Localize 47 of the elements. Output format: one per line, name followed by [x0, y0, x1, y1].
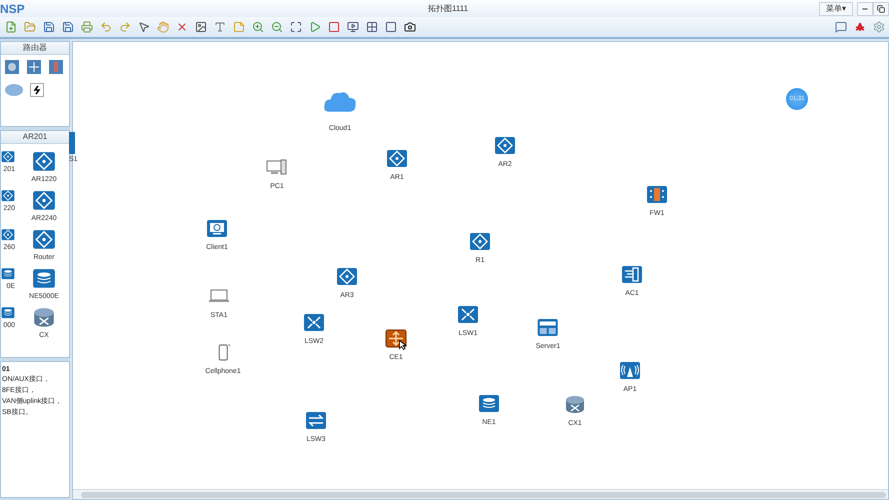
palette-category-title: 路由器 — [1, 42, 69, 55]
square-icon[interactable] — [384, 20, 397, 34]
print-icon[interactable] — [80, 20, 93, 34]
palette-subcategory-title: AR201 — [1, 131, 69, 144]
menu-button[interactable]: 菜单▾ — [819, 2, 853, 16]
cloud-icon[interactable] — [4, 83, 24, 97]
server-icon — [537, 317, 559, 339]
switch-icon[interactable] — [26, 59, 42, 75]
device-icon — [69, 132, 75, 154]
connection-icon[interactable] — [30, 83, 44, 97]
controller-icon — [621, 264, 643, 286]
zoom-in-icon[interactable] — [251, 20, 264, 34]
zoom-out-icon[interactable] — [270, 20, 283, 34]
monitor-icon — [206, 218, 228, 240]
fit-icon[interactable] — [289, 20, 302, 34]
minimize-button[interactable] — [857, 2, 873, 16]
text-icon[interactable] — [213, 20, 226, 34]
restore-button[interactable] — [873, 2, 889, 16]
play-icon[interactable] — [308, 20, 321, 34]
redo-icon[interactable] — [118, 20, 131, 34]
restore-icon — [877, 4, 885, 12]
window-title: 拓扑图1111 — [428, 3, 468, 14]
scrollbar-thumb[interactable] — [81, 492, 886, 498]
antenna-icon — [619, 360, 641, 382]
undo-icon[interactable] — [99, 20, 112, 34]
switch-icon — [385, 328, 407, 350]
firewall-icon[interactable] — [48, 59, 64, 75]
firewall-icon — [646, 184, 668, 206]
chat-icon[interactable] — [834, 20, 847, 34]
app-name: NSP — [0, 2, 25, 16]
camera-icon[interactable] — [403, 20, 416, 34]
monitor-icon[interactable] — [346, 20, 359, 34]
grid-icon[interactable] — [365, 20, 378, 34]
settings-icon[interactable] — [872, 20, 885, 34]
logo-icon[interactable] — [853, 20, 866, 34]
cursor-icon — [399, 340, 407, 350]
image-icon[interactable] — [194, 20, 207, 34]
save-icon[interactable] — [42, 20, 55, 34]
switch-icon — [457, 304, 479, 326]
folder-icon[interactable] — [23, 20, 36, 34]
new-file-icon[interactable] — [4, 20, 17, 34]
save-as-icon[interactable] — [61, 20, 74, 34]
switch-icon — [303, 312, 325, 334]
stop-icon[interactable] — [327, 20, 340, 34]
pointer-icon[interactable] — [137, 20, 150, 34]
switch-icon — [305, 410, 327, 432]
hand-icon[interactable] — [156, 20, 169, 34]
